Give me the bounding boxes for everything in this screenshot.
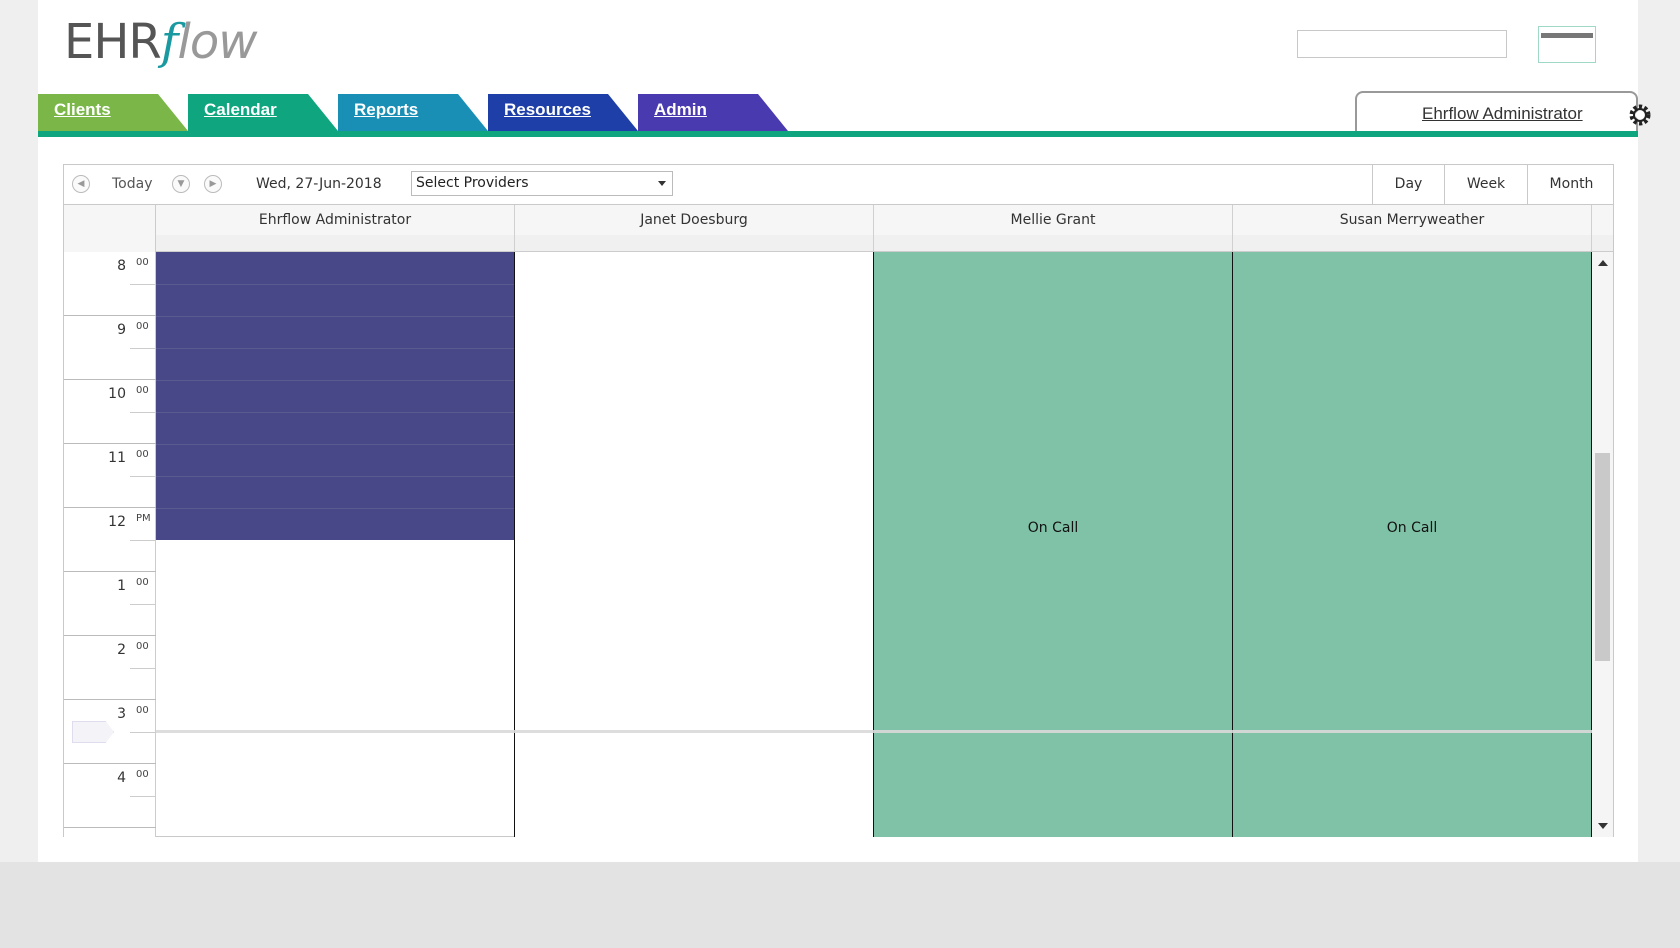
page-margin-left [0,0,38,862]
column-header: Mellie Grant [874,205,1233,235]
all-day-cell[interactable] [515,235,874,251]
header-button[interactable] [1538,26,1596,63]
provider-column[interactable] [156,252,515,837]
view-month-button[interactable]: Month [1527,165,1615,204]
tab-admin[interactable]: Admin [638,94,788,131]
provider-column[interactable] [515,252,874,837]
on-call-block[interactable] [1233,252,1591,837]
hour-label: 8 [117,258,126,274]
hour-label: 10 [108,386,126,402]
today-button[interactable]: Today [112,176,153,192]
ehrflow-logo: EHRflow [64,14,258,70]
hour-suffix: 00 [136,449,149,460]
current-time-line [156,730,1593,733]
hour-suffix: 00 [136,385,149,396]
vertical-scrollbar[interactable] [1592,252,1613,837]
schedule-grid: 8 00 9 00 10 00 11 00 12 PM 1 00 2 00 3 00 4 00 [64,252,1613,837]
on-call-block[interactable] [874,252,1232,837]
slot-divider [156,508,514,509]
provider-column[interactable]: On Call [1233,252,1592,837]
select-providers-dropdown[interactable]: Select Providers [411,171,673,196]
slot-divider [156,476,514,477]
gear-icon[interactable] [1629,104,1651,126]
scheduler-toolbar: ◀ Today ▼ ▶ Wed, 27-Jun-2018 Select Prov… [64,165,1613,205]
all-day-cell[interactable] [1233,235,1592,251]
page-margin-right [1638,0,1680,862]
hour-label: 9 [117,322,126,338]
hour-label: 4 [117,770,126,786]
on-call-label: On Call [1386,520,1438,536]
current-time-marker [72,721,114,743]
select-providers-label: Select Providers [416,175,529,191]
hour-suffix: 00 [136,641,149,652]
hour-suffix: 00 [136,577,149,588]
hour-label: 3 [117,706,126,722]
chevron-left-icon[interactable]: ◀ [72,175,90,193]
chevron-down-icon[interactable]: ▼ [172,175,190,193]
hour-label: 11 [108,450,126,466]
slot-divider [156,284,514,285]
hour-cell: 1 00 [64,572,156,636]
tab-clients[interactable]: Clients [38,94,188,131]
hour-suffix: 00 [136,257,149,268]
column-header: Susan Merryweather [1233,205,1592,235]
hour-cell: 9 00 [64,316,156,380]
provider-column[interactable]: On Call [874,252,1233,837]
slot-divider [156,316,514,317]
hour-label: 12 [108,514,126,530]
scroll-thumb[interactable] [1595,453,1610,661]
hour-cell: 4 00 [64,764,156,828]
slot-divider [156,380,514,381]
slot-divider [156,412,514,413]
view-day-button[interactable]: Day [1372,165,1444,204]
current-date: Wed, 27-Jun-2018 [256,176,382,192]
dropdown-caret-icon [658,181,666,186]
scroll-up-icon[interactable] [1598,260,1608,266]
time-column: 8 00 9 00 10 00 11 00 12 PM 1 00 2 00 3 00 4 00 [64,252,156,837]
search-input[interactable] [1297,30,1507,58]
header-button-bar [1541,33,1593,38]
all-day-cell[interactable] [874,235,1233,251]
scheduler: ◀ Today ▼ ▶ Wed, 27-Jun-2018 Select Prov… [63,164,1614,837]
user-name-link[interactable]: Ehrflow Administrator [1422,104,1583,124]
scroll-down-icon[interactable] [1598,823,1608,829]
tab-calendar[interactable]: Calendar [188,94,338,131]
hour-suffix: 00 [136,769,149,780]
hour-cell: 12 PM [64,508,156,572]
hour-cell: 11 00 [64,444,156,508]
tab-underline [38,131,1638,137]
chevron-right-icon[interactable]: ▶ [204,175,222,193]
page: EHRflow Clients Calendar Reports Resourc… [38,0,1651,862]
tab-resources[interactable]: Resources [488,94,638,131]
busy-block[interactable] [156,252,514,540]
column-header: Janet Doesburg [515,205,874,235]
slot-divider [156,444,514,445]
hour-cell: 2 00 [64,636,156,700]
hour-suffix: PM [136,513,151,524]
on-call-label: On Call [1027,520,1079,536]
all-day-cell[interactable] [156,235,515,251]
column-header: Ehrflow Administrator [156,205,515,235]
hour-cell: 10 00 [64,380,156,444]
hour-suffix: 00 [136,321,149,332]
hour-label: 1 [117,578,126,594]
tab-reports[interactable]: Reports [338,94,488,131]
slot-divider [156,348,514,349]
hour-cell: 8 00 [64,252,156,316]
hour-label: 2 [117,642,126,658]
hour-suffix: 00 [136,705,149,716]
view-week-button[interactable]: Week [1444,165,1527,204]
time-corner [64,205,156,252]
